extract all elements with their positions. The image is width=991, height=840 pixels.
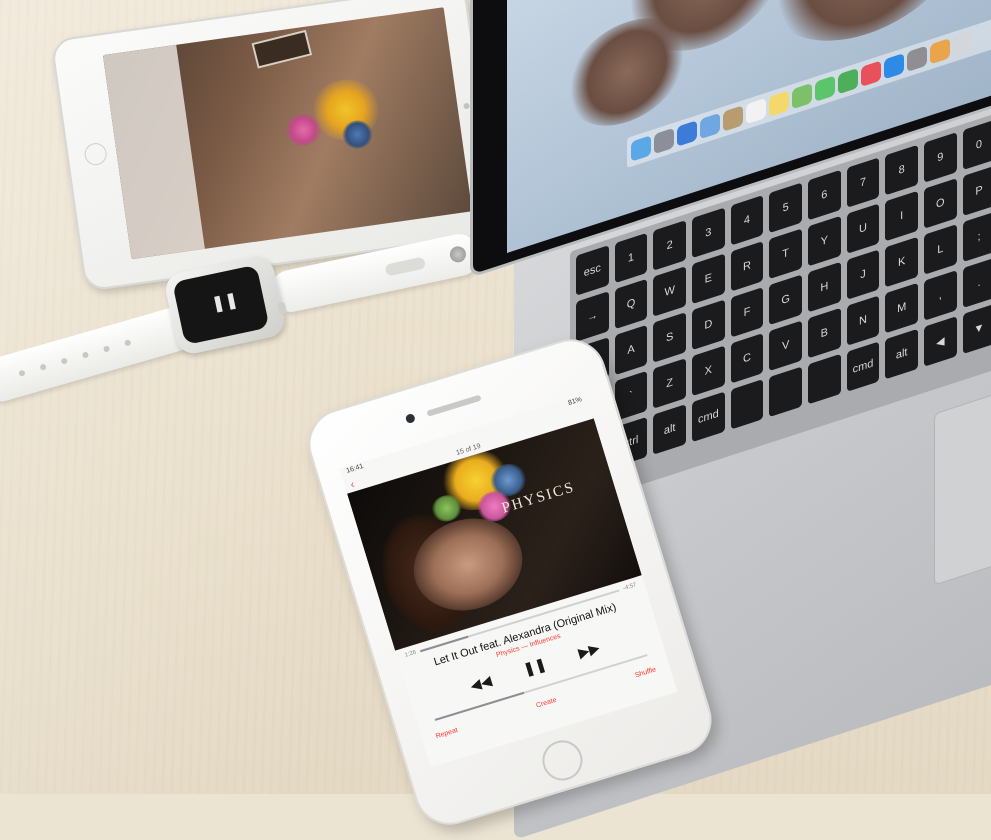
- playback-options: Repeat Create Shuffle: [422, 662, 671, 744]
- keyboard-key[interactable]: D: [692, 299, 725, 351]
- keyboard-key[interactable]: 9: [924, 132, 957, 183]
- keyboard-key[interactable]: L: [924, 224, 957, 275]
- keyboard-key[interactable]: esc: [576, 245, 609, 296]
- keyboard-key[interactable]: E: [692, 253, 725, 305]
- keyboard-key[interactable]: alt: [885, 328, 918, 380]
- watch-band-hole: [102, 345, 111, 353]
- keyboard-key[interactable]: 5: [769, 182, 802, 234]
- watch-band-hole: [124, 339, 132, 347]
- keyboard-key[interactable]: alt: [653, 404, 686, 455]
- keyboard-key[interactable]: V: [769, 320, 802, 372]
- ipad-home-button[interactable]: [83, 141, 109, 167]
- keyboard-key[interactable]: ;: [962, 211, 991, 263]
- keyboard-key[interactable]: cmd: [846, 341, 880, 392]
- watch-band-slot: [384, 256, 427, 277]
- remaining-time: -4:57: [622, 582, 638, 593]
- app-store-icon[interactable]: [884, 52, 904, 80]
- keyboard-key[interactable]: C: [730, 332, 764, 384]
- keyboard-key[interactable]: 4: [730, 194, 764, 246]
- watch-band-pin: [448, 244, 468, 264]
- keyboard-key[interactable]: K: [885, 236, 918, 288]
- maps-icon[interactable]: [792, 82, 812, 110]
- keyboard-key[interactable]: [769, 366, 802, 418]
- keyboard-key[interactable]: ▼: [962, 303, 991, 355]
- keyboard-key[interactable]: W: [653, 266, 686, 317]
- wallpaper-blossom: [567, 2, 687, 142]
- keyboard-key[interactable]: X: [692, 345, 725, 397]
- keyboard-key[interactable]: ,: [924, 270, 957, 321]
- keyboard-key[interactable]: N: [846, 295, 880, 346]
- keyboard-key[interactable]: cmd: [692, 391, 725, 443]
- trash-icon[interactable]: [953, 30, 973, 58]
- keyboard-key[interactable]: 0: [962, 119, 991, 171]
- now-playing-screen: 16:41 81% ‹ 15 of 19 PHYSICS 1:26 -4:57 …: [339, 393, 678, 768]
- elapsed-time: 1:26: [404, 649, 418, 659]
- keyboard-key[interactable]: P: [962, 165, 991, 217]
- calendar-icon[interactable]: [746, 97, 766, 125]
- facetime-icon[interactable]: [838, 67, 858, 95]
- watch-band-hole: [39, 363, 47, 371]
- shuffle-button[interactable]: Shuffle: [634, 666, 657, 679]
- keyboard-key[interactable]: G: [769, 274, 802, 326]
- keyboard-key[interactable]: 6: [808, 169, 841, 221]
- ipad-camera: [463, 102, 470, 110]
- keyboard-key[interactable]: I: [885, 190, 918, 242]
- keyboard-key[interactable]: [808, 353, 841, 405]
- notes-icon[interactable]: [769, 90, 789, 117]
- keyboard-key[interactable]: U: [846, 203, 880, 254]
- finder-icon[interactable]: [631, 135, 651, 162]
- keyboard-key[interactable]: O: [924, 178, 957, 229]
- keyboard-key[interactable]: 3: [692, 207, 725, 259]
- keyboard-key[interactable]: 7: [846, 157, 880, 208]
- watch-band-hole: [81, 351, 90, 359]
- photos-icon[interactable]: [930, 38, 950, 65]
- keyboard-key[interactable]: S: [653, 312, 686, 363]
- keyboard-key[interactable]: F: [730, 286, 764, 338]
- create-button[interactable]: Create: [535, 697, 557, 710]
- keyboard-key[interactable]: 2: [653, 220, 686, 271]
- keyboard-key[interactable]: [730, 378, 764, 430]
- messages-icon[interactable]: [815, 75, 835, 102]
- keyboard-key[interactable]: B: [808, 307, 841, 359]
- keyboard-key[interactable]: →: [576, 291, 609, 342]
- pause-icon[interactable]: ❚❚: [210, 291, 240, 314]
- keyboard-key[interactable]: Y: [808, 215, 841, 267]
- keyboard-key[interactable]: T: [769, 228, 802, 280]
- watch-band-hole: [60, 357, 68, 365]
- keyboard-key[interactable]: R: [730, 240, 764, 292]
- fast-forward-icon[interactable]: ▶▶: [576, 639, 602, 662]
- keyboard-key[interactable]: Z: [653, 358, 686, 409]
- keyboard-key[interactable]: A: [614, 324, 648, 376]
- keyboard-key[interactable]: M: [885, 282, 918, 334]
- keyboard-key[interactable]: H: [808, 261, 841, 313]
- contacts-icon[interactable]: [723, 105, 743, 132]
- watch-screen: ❚❚: [172, 264, 270, 346]
- settings-icon[interactable]: [907, 45, 927, 73]
- pause-icon[interactable]: ❚❚: [521, 655, 548, 678]
- ipad-album-sign: [251, 29, 313, 69]
- repeat-button[interactable]: Repeat: [435, 727, 459, 740]
- safari-icon[interactable]: [677, 120, 697, 147]
- iphone-front-camera: [404, 412, 416, 425]
- ipad-screen: [102, 7, 473, 260]
- iphone-home-button[interactable]: [537, 735, 588, 786]
- launchpad-icon[interactable]: [654, 127, 674, 155]
- keyboard-key[interactable]: .: [962, 257, 991, 309]
- keyboard-key[interactable]: J: [846, 249, 880, 300]
- rewind-icon[interactable]: ◀◀: [468, 672, 494, 695]
- keyboard-key[interactable]: 8: [885, 144, 918, 196]
- music-icon[interactable]: [861, 60, 881, 87]
- watch-band-hole: [18, 369, 26, 377]
- keyboard-key[interactable]: Q: [614, 278, 648, 330]
- ipad-music-panel: [102, 44, 205, 260]
- mail-icon[interactable]: [700, 112, 720, 140]
- iphone-speaker: [426, 394, 482, 417]
- keyboard-key[interactable]: ◀: [924, 316, 957, 367]
- keyboard-key[interactable]: 1: [614, 232, 648, 284]
